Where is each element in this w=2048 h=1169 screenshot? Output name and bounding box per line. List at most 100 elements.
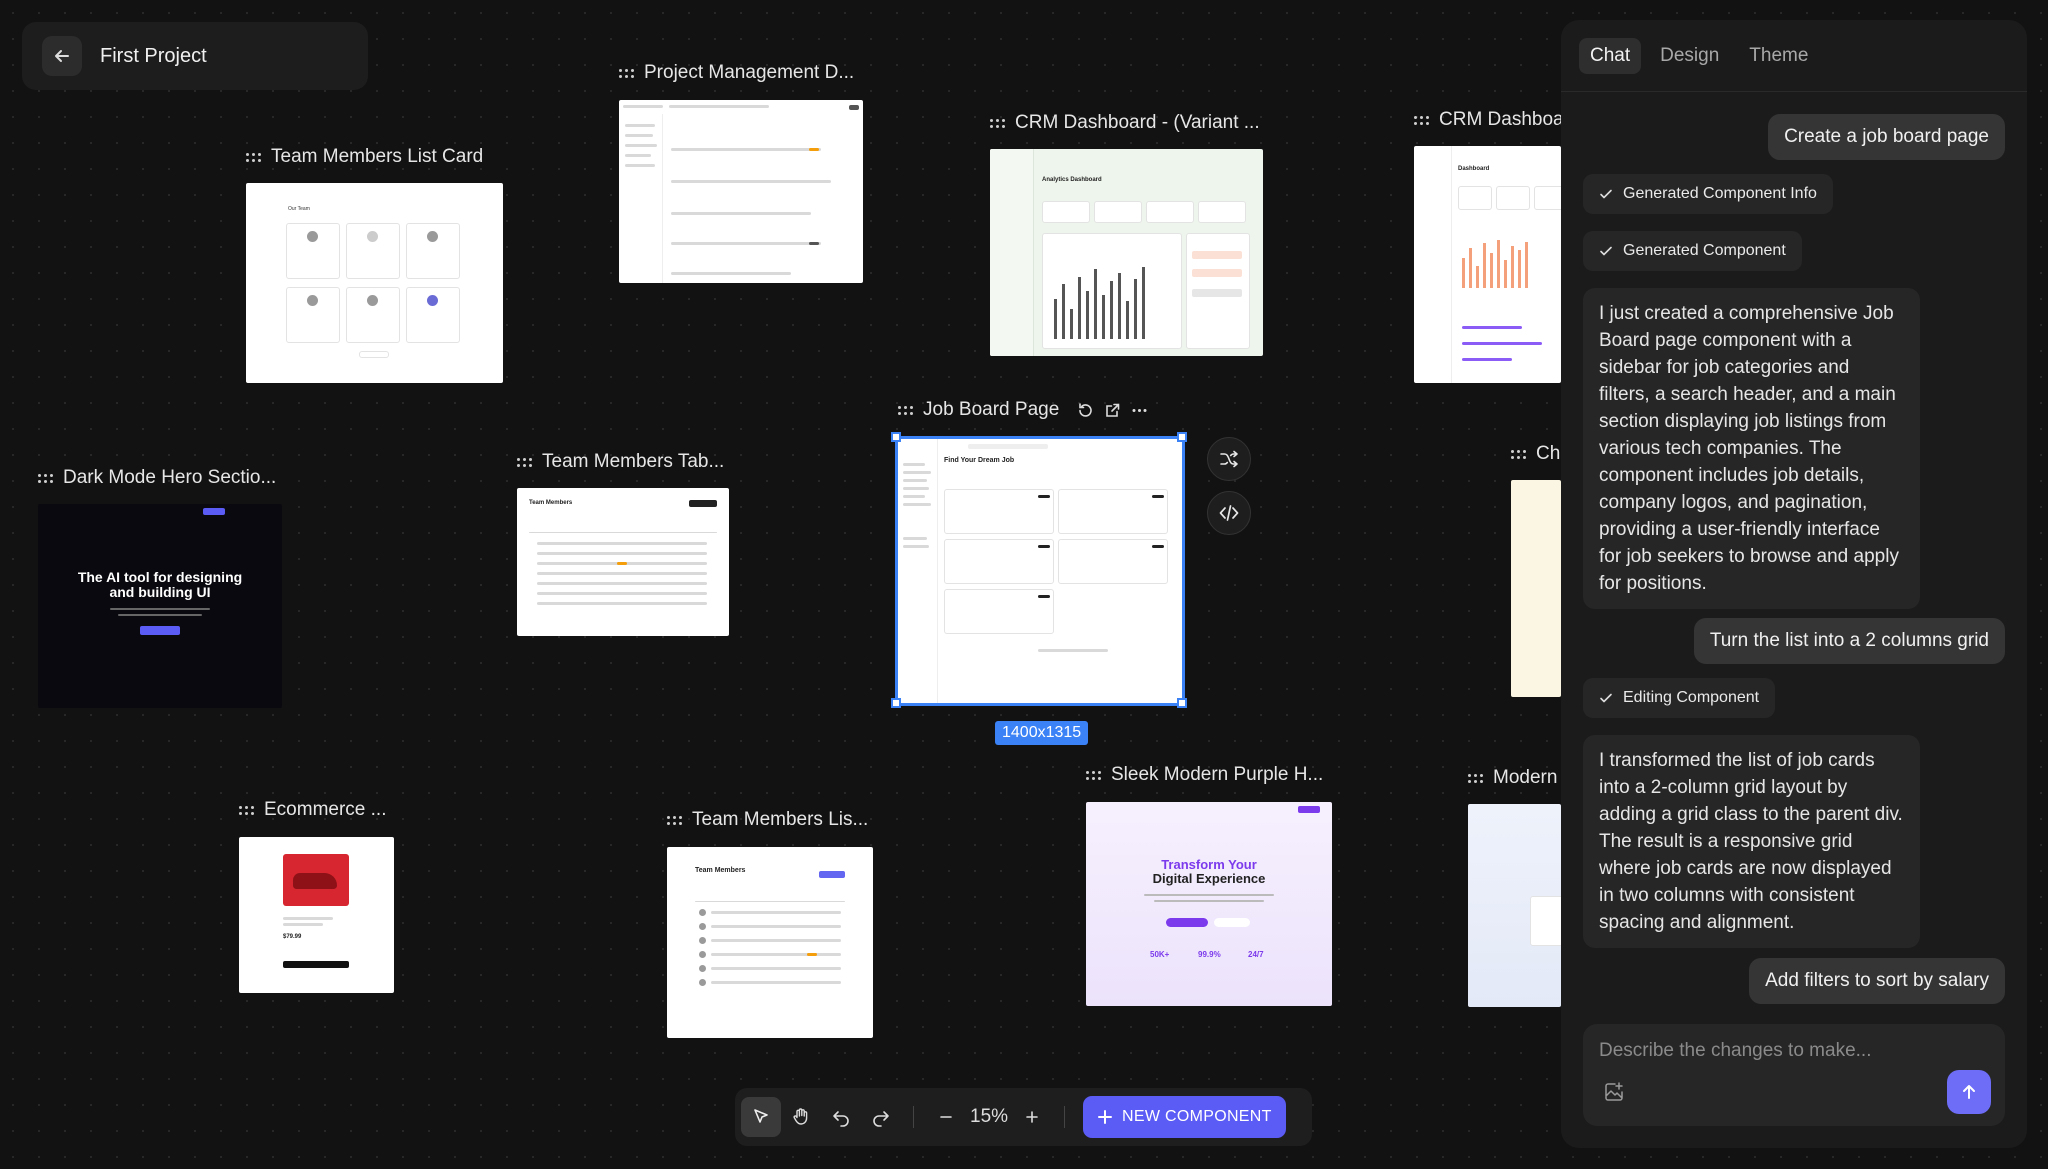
assistant-message: I just created a comprehensive Job Board… [1583,288,1920,609]
undo-icon [833,1111,849,1127]
card-label: Modern [1493,767,1558,788]
attach-image-button[interactable] [1603,1081,1625,1108]
drag-handle-icon[interactable] [1468,773,1483,783]
assistant-message: I transformed the list of job cards into… [1583,735,1920,948]
resize-handle[interactable] [1177,432,1187,442]
more-icon[interactable] [1131,402,1148,419]
new-component-button[interactable]: NEW COMPONENT [1083,1096,1286,1138]
resize-handle[interactable] [891,432,901,442]
thumb-heading: Our Team [288,206,310,212]
card-label: Team Members Tab... [542,451,725,472]
canvas-toolbar: 15% NEW COMPONENT [735,1088,1312,1146]
resize-handle[interactable] [1177,698,1187,708]
drag-handle-icon[interactable] [990,118,1005,128]
drag-handle-icon[interactable] [1511,449,1526,459]
card-thumbnail[interactable] [619,100,863,283]
zoom-in-button[interactable] [1012,1097,1052,1137]
drag-handle-icon[interactable] [1086,770,1101,780]
thumb-subheading: Digital Experience [1152,871,1266,886]
thumb-heading: Transform Your [1161,857,1257,872]
thumb-heading: Analytics Dashboard [1042,177,1102,183]
shuffle-button[interactable] [1207,437,1251,481]
card-thumbnail[interactable]: The AI tool for designing and building U… [38,504,282,708]
cursor-icon [754,1109,768,1123]
project-header: First Project [22,22,368,90]
status-text: Editing Component [1623,689,1760,706]
card-thumbnail[interactable]: Team Members [667,847,873,1038]
thumb-price: $79.99 [283,934,302,940]
card-thumbnail[interactable]: Analytics Dashboard [990,149,1263,356]
redo-button[interactable] [861,1097,901,1137]
image-plus-icon [1605,1082,1623,1101]
tab-theme[interactable]: Theme [1738,38,1819,74]
resize-handle[interactable] [891,698,901,708]
thumb-heading: Team Members [529,500,573,506]
toolbar-divider [913,1106,914,1128]
card-label: Dark Mode Hero Sectio... [63,467,277,488]
drag-handle-icon[interactable] [898,405,913,415]
composer [1583,1024,2005,1126]
drag-handle-icon[interactable] [619,68,634,78]
zoom-level: 15% [970,1106,1009,1127]
project-title: First Project [100,44,207,67]
chat-panel: Chat Design Theme Create a job board pag… [1561,20,2027,1148]
external-link-icon[interactable] [1104,402,1121,419]
arrow-up-icon [1963,1085,1975,1099]
check-icon [1600,189,1612,199]
hand-icon [793,1108,808,1125]
card-thumbnail[interactable]: Team Members [517,488,729,636]
user-message: Create a job board page [1768,114,2005,160]
card-label: Team Members Lis... [692,809,869,830]
plus-icon [1026,1111,1038,1123]
drag-handle-icon[interactable] [1414,115,1429,125]
status-pill: Generated Component Info [1583,174,1833,214]
check-icon [1600,693,1612,703]
user-message: Add filters to sort by salary [1749,958,2005,1004]
card-thumbnail[interactable]: Transform Your Digital Experience 50K+ 9… [1086,802,1332,1006]
status-text: Generated Component Info [1623,185,1817,202]
select-tool-button[interactable] [741,1097,781,1137]
card-thumbnail[interactable]: Dashboard [1414,146,1561,383]
redo-icon [873,1111,889,1127]
drag-handle-icon[interactable] [38,473,53,483]
zoom-out-button[interactable] [926,1097,966,1137]
drag-handle-icon[interactable] [667,815,682,825]
card-thumbnail[interactable] [1468,804,1561,1007]
card-label: Ecommerce ... [264,799,387,820]
card-label: CRM Dashboard - (Variant ... [1015,112,1260,133]
thumb-heading: The AI tool for designing and building U… [77,569,243,600]
card-thumbnail[interactable]: $79.99 [239,837,394,993]
drag-handle-icon[interactable] [239,805,254,815]
refresh-icon[interactable] [1077,402,1094,419]
hand-tool-button[interactable] [781,1097,821,1137]
message-input[interactable] [1599,1040,1989,1062]
arrow-left-icon [55,50,69,62]
new-component-label: NEW COMPONENT [1122,1108,1272,1125]
tab-chat[interactable]: Chat [1579,37,1642,74]
stat-value: 99.9% [1198,950,1221,959]
view-code-button[interactable] [1207,491,1251,535]
card-thumbnail[interactable]: Our Team [246,183,503,383]
drag-handle-icon[interactable] [517,457,532,467]
card-thumbnail[interactable] [1511,480,1561,697]
code-icon [1219,505,1239,521]
card-label: Team Members List Card [271,146,484,167]
stat-value: 24/7 [1248,950,1264,959]
message-list[interactable]: Create a job board page Generated Compon… [1561,92,2027,1020]
card-label: Job Board Page [923,399,1060,420]
tab-design[interactable]: Design [1649,38,1730,74]
card-label: Project Management D... [644,62,855,83]
plus-icon [1098,1110,1113,1124]
check-icon [1600,246,1612,256]
thumb-heading: Dashboard [1458,166,1490,172]
shuffle-icon [1220,450,1238,468]
drag-handle-icon[interactable] [246,152,261,162]
toolbar-divider [1064,1106,1066,1128]
undo-button[interactable] [821,1097,861,1137]
selection-frame [895,436,1185,706]
status-text: Generated Component [1623,242,1786,259]
panel-tabs: Chat Design Theme [1561,20,2027,92]
card-label: Sleek Modern Purple H... [1111,764,1324,785]
back-button[interactable] [42,36,82,76]
send-button[interactable] [1947,1070,1991,1114]
